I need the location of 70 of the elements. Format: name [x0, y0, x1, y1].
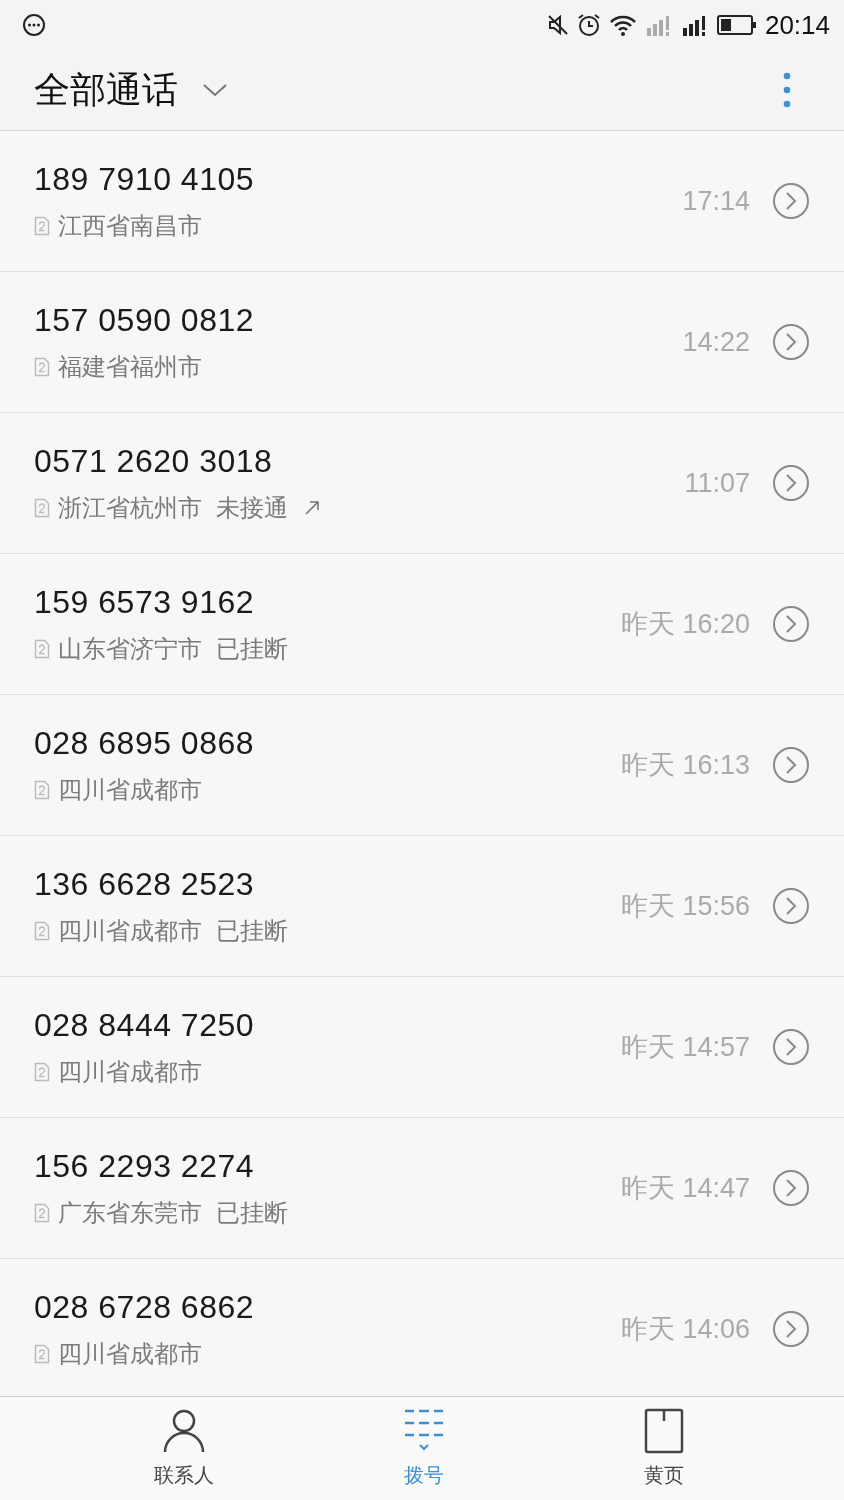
call-log-item[interactable]: 136 6628 2523 四川省成都市 已挂断 昨天 15:56 — [0, 836, 844, 977]
sim-icon — [34, 779, 50, 800]
phone-number: 136 6628 2523 — [34, 865, 256, 903]
chevron-right-icon[interactable] — [772, 323, 810, 361]
sim-icon — [34, 356, 50, 377]
call-location: 四川省成都市 — [58, 1056, 202, 1088]
alarm-icon — [576, 13, 601, 37]
phone-number: 157 0590 0812 — [34, 301, 256, 339]
call-status: 未接通 — [216, 492, 288, 524]
call-time: 昨天 14:06 — [620, 1313, 750, 1346]
sim-icon — [34, 497, 50, 518]
sim-icon — [34, 638, 50, 659]
message-icon — [22, 13, 46, 37]
call-log-item[interactable]: 189 7910 4105 江西省南昌市 17:14 — [0, 131, 844, 272]
chevron-right-icon[interactable] — [772, 464, 810, 502]
call-time: 昨天 16:13 — [620, 749, 750, 782]
phone-number: 028 6895 0868 — [34, 724, 256, 762]
call-time: 昨天 14:47 — [620, 1172, 750, 1205]
person-icon — [162, 1408, 206, 1454]
filter-dropdown[interactable]: 全部通话 — [34, 65, 228, 115]
nav-tab[interactable]: 联系人 — [64, 1397, 304, 1500]
call-location: 浙江省杭州市 — [58, 492, 202, 524]
chevron-right-icon[interactable] — [772, 605, 810, 643]
call-time: 昨天 16:20 — [620, 608, 750, 641]
chevron-down-icon — [202, 82, 228, 98]
sim-icon — [34, 215, 50, 236]
call-log-item[interactable]: 157 0590 0812 福建省福州市 14:22 — [0, 272, 844, 413]
call-log-item[interactable]: 156 2293 2274 广东省东莞市 已挂断 昨天 14:47 — [0, 1118, 844, 1259]
phone-number: 156 2293 2274 — [34, 1147, 256, 1185]
call-location: 福建省福州市 — [58, 351, 202, 383]
call-time: 17:14 — [682, 185, 750, 217]
phone-number: 159 6573 9162 — [34, 583, 256, 621]
call-location: 四川省成都市 — [58, 915, 202, 947]
call-log-item[interactable]: 159 6573 9162 山东省济宁市 已挂断 昨天 16:20 — [0, 554, 844, 695]
clock-time: 20:14 — [764, 9, 830, 41]
call-location: 山东省济宁市 — [58, 633, 202, 665]
call-time: 昨天 15:56 — [620, 890, 750, 923]
call-log-item[interactable]: 028 8444 7250 四川省成都市 昨天 14:57 — [0, 977, 844, 1118]
wifi-icon — [608, 14, 637, 36]
chevron-right-icon[interactable] — [772, 1028, 810, 1066]
call-time: 昨天 14:57 — [620, 1031, 750, 1064]
call-log-item[interactable]: 0571 2620 3018 浙江省杭州市 未接通 11:07 — [0, 413, 844, 554]
chevron-right-icon[interactable] — [772, 1169, 810, 1207]
chevron-right-icon[interactable] — [772, 746, 810, 784]
sim-icon — [34, 1343, 50, 1364]
call-time: 11:07 — [684, 467, 750, 499]
sim-icon — [34, 1061, 50, 1082]
phone-number: 028 8444 7250 — [34, 1006, 256, 1044]
call-time: 14:22 — [682, 326, 750, 358]
mute-icon — [546, 14, 569, 36]
battery-icon — [716, 14, 757, 36]
call-location: 江西省南昌市 — [58, 210, 202, 242]
call-location: 四川省成都市 — [58, 774, 202, 806]
call-status: 已挂断 — [216, 1197, 288, 1229]
chevron-right-icon[interactable] — [772, 887, 810, 925]
call-location: 四川省成都市 — [58, 1338, 202, 1370]
sim-icon — [34, 920, 50, 941]
call-log-item[interactable]: 028 6895 0868 四川省成都市 昨天 16:13 — [0, 695, 844, 836]
more-icon[interactable] — [782, 72, 792, 108]
call-status: 已挂断 — [216, 633, 288, 665]
book-icon — [642, 1408, 686, 1454]
phone-number: 189 7910 4105 — [34, 160, 256, 198]
nav-tab[interactable]: 黄页 — [544, 1397, 784, 1500]
call-status: 已挂断 — [216, 915, 288, 947]
chevron-right-icon[interactable] — [772, 1310, 810, 1348]
call-location: 广东省东莞市 — [58, 1197, 202, 1229]
chevron-right-icon[interactable] — [772, 182, 810, 220]
sim-icon — [34, 1202, 50, 1223]
phone-number: 028 6728 6862 — [34, 1288, 256, 1326]
phone-number: 0571 2620 3018 — [34, 442, 274, 480]
